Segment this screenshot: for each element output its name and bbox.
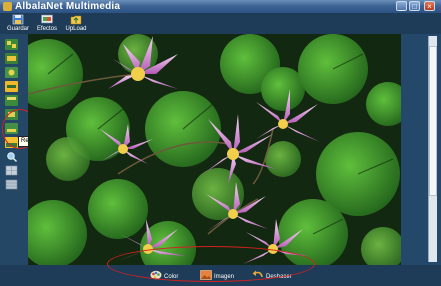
effects-button[interactable]: Efectos <box>32 14 62 34</box>
vertical-scrollbar[interactable] <box>428 36 437 262</box>
segment-tool-icon[interactable] <box>5 67 18 78</box>
tool-sidebar <box>0 34 24 264</box>
effects-label: Efectos <box>36 26 57 32</box>
upload-folder-icon <box>70 15 82 25</box>
close-button[interactable]: × <box>424 1 435 11</box>
save-button[interactable]: Guardar <box>3 14 33 34</box>
maximize-button[interactable]: □ <box>409 1 420 11</box>
title-bar[interactable]: AlbalaNet Multimedia _ □ × <box>0 0 441 13</box>
water-lily-photo <box>28 34 401 265</box>
image-canvas[interactable] <box>28 34 401 265</box>
highlight-ellipse-annotation <box>107 246 315 282</box>
toolbar: Guardar Efectos UpLoad <box>0 13 441 34</box>
search-icon[interactable] <box>5 151 18 162</box>
effects-icon <box>41 14 53 24</box>
app-icon <box>3 2 12 11</box>
highlight-tool-icon[interactable] <box>5 81 18 92</box>
app-window: AlbalaNet Multimedia _ □ × Guardar Efect… <box>0 0 441 286</box>
segment-tool-icon[interactable] <box>5 53 18 64</box>
upload-button[interactable]: UpLoad <box>61 14 91 34</box>
segment-tool-icon[interactable] <box>5 39 18 50</box>
grid-icon[interactable] <box>5 179 18 190</box>
segment-tool-icon[interactable] <box>5 95 18 106</box>
save-disk-icon <box>12 14 24 25</box>
minimize-button[interactable]: _ <box>396 1 407 11</box>
window-title: AlbalaNet Multimedia <box>15 1 121 12</box>
grid-icon[interactable] <box>5 165 18 176</box>
upload-label: UpLoad <box>65 26 87 32</box>
save-label: Guardar <box>6 26 29 32</box>
scrollbar-thumb[interactable] <box>429 46 437 196</box>
